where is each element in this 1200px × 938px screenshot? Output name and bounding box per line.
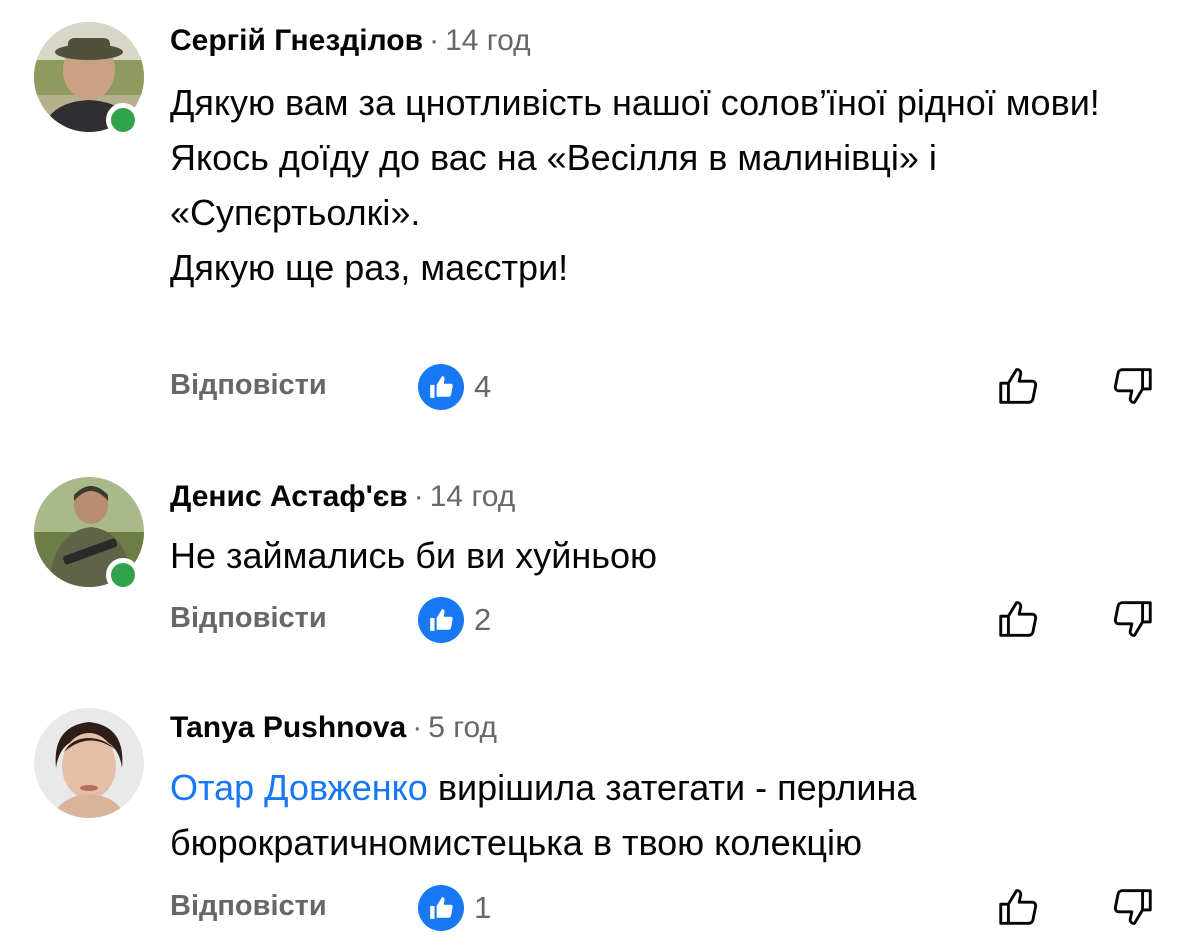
thumbs-up-outline-icon[interactable] <box>995 884 1041 935</box>
thumbs-down-outline-icon[interactable] <box>1110 596 1156 647</box>
comment-header: Tanya Pushnova · 5 год <box>170 711 497 745</box>
comment-header: Сергій Гнезділов · 14 год <box>170 24 531 58</box>
mention-link[interactable]: Отар Довженко <box>170 767 428 808</box>
like-summary[interactable]: 1 <box>418 884 491 932</box>
like-count: 4 <box>474 369 492 404</box>
reply-button[interactable]: Відповісти <box>170 602 327 635</box>
thumbs-up-outline-icon[interactable] <box>995 596 1041 647</box>
like-count: 2 <box>474 602 492 637</box>
comment-text: Дякую вам за цнотливість нашої солов’їно… <box>170 75 1170 295</box>
comment-line: Дякую ще раз, маєстри! <box>170 247 569 288</box>
timestamp[interactable]: 14 год <box>445 24 531 57</box>
thumbs-up-icon <box>418 885 464 931</box>
avatar[interactable] <box>34 708 144 818</box>
comment-text: Не займались би ви хуйньою <box>170 528 1170 583</box>
like-summary[interactable]: 4 <box>418 363 491 411</box>
separator: · <box>429 24 440 57</box>
author-name[interactable]: Tanya Pushnova <box>170 711 406 744</box>
comment-actions: Відповісти 1 <box>170 884 1200 932</box>
separator: · <box>413 480 424 513</box>
comment-line: Не займались би ви хуйньою <box>170 535 658 576</box>
comment-line: Отар Довженко вирішила затегати - перлин… <box>170 760 1170 870</box>
reply-button[interactable]: Відповісти <box>170 369 327 402</box>
reply-button[interactable]: Відповісти <box>170 890 327 923</box>
comment-actions: Відповісти 4 <box>170 363 1200 411</box>
like-summary[interactable]: 2 <box>418 596 491 644</box>
thumbs-down-outline-icon[interactable] <box>1110 363 1156 414</box>
separator: · <box>412 711 423 744</box>
comment-header: Денис Астаф'єв · 14 год <box>170 480 515 514</box>
thumbs-up-icon <box>418 364 464 410</box>
like-count: 1 <box>474 890 492 925</box>
author-name[interactable]: Сергій Гнезділов <box>170 24 423 57</box>
author-name[interactable]: Денис Астаф'єв <box>170 480 408 513</box>
comment-text: Отар Довженко вирішила затегати - перлин… <box>170 760 1170 870</box>
comment-line: Якось доїду до вас на «Весілля в малинів… <box>170 137 937 233</box>
thumbs-up-outline-icon[interactable] <box>995 363 1041 414</box>
comment-actions: Відповісти 2 <box>170 596 1200 644</box>
comment-line: Дякую вам за цнотливість нашої солов’їно… <box>170 82 1100 123</box>
online-status-indicator <box>106 103 140 137</box>
thumbs-down-outline-icon[interactable] <box>1110 884 1156 935</box>
online-status-indicator <box>106 558 140 592</box>
timestamp[interactable]: 14 год <box>430 480 516 513</box>
timestamp[interactable]: 5 год <box>428 711 497 744</box>
thumbs-up-icon <box>418 597 464 643</box>
